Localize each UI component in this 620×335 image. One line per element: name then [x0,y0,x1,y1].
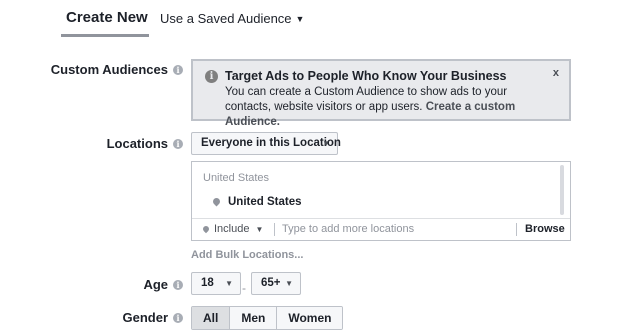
age-min-dropdown[interactable]: 18 ▼ [191,272,241,295]
add-bulk-locations-link[interactable]: Add Bulk Locations... [191,249,303,261]
age-max-dropdown[interactable]: 65+ ▼ [251,272,301,295]
locations-label: Locations [106,136,168,151]
location-type-value: Everyone in this Location [201,137,341,149]
audience-tabs: Create New Use a Saved Audience ▼ [0,0,620,38]
age-max-value: 65+ [261,277,281,289]
info-icon[interactable]: i [173,313,183,323]
caret-down-icon: ▼ [285,279,293,288]
location-pin-icon [211,196,222,207]
info-icon[interactable]: i [173,139,183,149]
caret-down-icon: ▼ [322,139,330,148]
location-selector: United States United States Include ▼ Bro… [191,161,571,241]
custom-audiences-label: Custom Audiences [50,62,168,77]
gender-option-men[interactable]: Men [229,307,277,329]
divider [274,223,275,236]
location-input-row: Include ▼ Browse [192,218,570,240]
custom-audience-notice: i Target Ads to People Who Know Your Bus… [191,59,571,128]
include-label: Include [214,223,250,235]
tab-create-new[interactable]: Create New [66,9,148,26]
info-icon: i [205,70,218,83]
caret-down-icon: ▼ [295,14,305,24]
caret-down-icon: ▼ [225,279,233,288]
selected-location-item[interactable]: United States [211,196,302,208]
gender-option-women[interactable]: Women [276,307,343,329]
selected-location-label: United States [228,196,302,208]
active-tab-underline [61,34,149,37]
gender-option-all[interactable]: All [192,307,230,329]
gender-selector: All Men Women [191,306,344,330]
info-icon[interactable]: i [173,65,183,75]
scrollbar[interactable] [560,165,564,215]
location-pin-icon [201,224,211,234]
age-min-value: 18 [201,277,214,289]
location-type-dropdown[interactable]: Everyone in this Location ▼ [191,132,341,155]
info-icon[interactable]: i [173,280,183,290]
include-dropdown[interactable]: Include ▼ [201,223,264,235]
location-country-header: United States [203,172,270,184]
age-separator: - [242,281,246,295]
location-search-input[interactable] [282,220,502,238]
notice-body: You can create a Custom Audience to show… [225,85,555,130]
notice-title: Target Ads to People Who Know Your Busin… [225,69,507,83]
tab-saved-audience[interactable]: Use a Saved Audience ▼ [160,11,304,26]
caret-down-icon: ▼ [255,225,264,234]
tab-saved-audience-label: Use a Saved Audience [160,11,292,26]
age-label: Age [143,277,168,292]
browse-button[interactable]: Browse [525,223,565,235]
gender-label: Gender [122,310,168,325]
divider [516,223,517,236]
close-icon[interactable]: x [553,67,559,79]
